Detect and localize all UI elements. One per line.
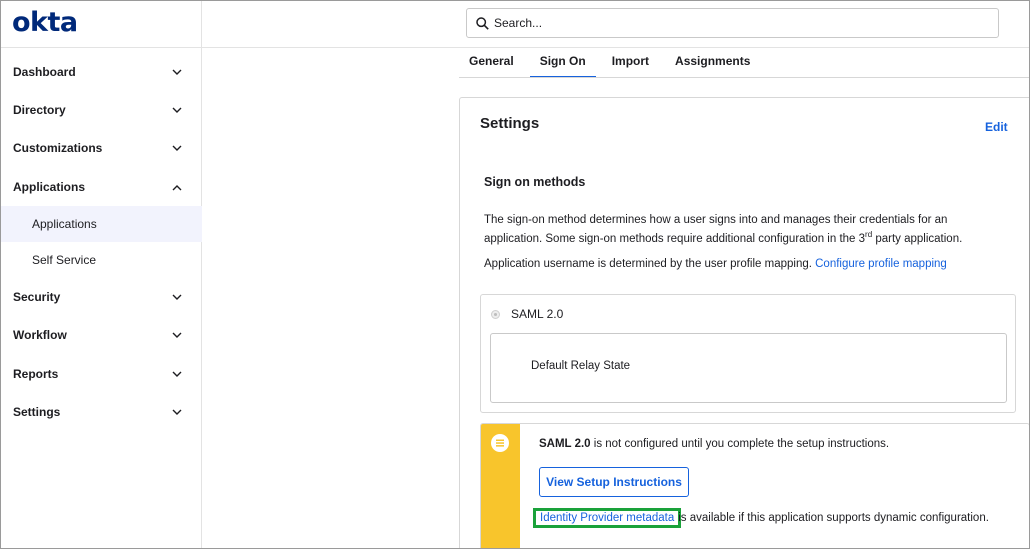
sign-on-description: The sign-on method determines how a user… bbox=[484, 211, 1004, 249]
sidebar-item-label: Workflow bbox=[13, 328, 67, 342]
sidebar-item-label: Security bbox=[13, 290, 61, 304]
sidebar-subitem-self-service[interactable]: Self Service bbox=[1, 242, 202, 278]
saml-radio[interactable] bbox=[491, 309, 500, 319]
chevron-down-icon bbox=[170, 290, 184, 304]
sidebar-item-reports[interactable]: Reports bbox=[1, 356, 202, 392]
sidebar-item-applications[interactable]: Applications bbox=[1, 169, 202, 205]
identity-provider-metadata-link[interactable]: Identity Provider metadata bbox=[533, 508, 682, 528]
chevron-down-icon bbox=[170, 328, 184, 342]
tabs-divider bbox=[459, 77, 1029, 78]
metadata-text: is available if this application support… bbox=[678, 512, 989, 524]
sidebar-item-label: Dashboard bbox=[13, 65, 76, 79]
sidebar-item-label: Directory bbox=[13, 103, 66, 117]
sidebar-item-dashboard[interactable]: Dashboard bbox=[1, 54, 202, 90]
callout-bold: SAML 2.0 bbox=[539, 438, 591, 450]
settings-title: Settings bbox=[480, 115, 540, 132]
sidebar-subitem-applications[interactable]: Applications bbox=[1, 206, 202, 242]
sidebar-item-label: Applications bbox=[13, 180, 86, 194]
relay-state-box: Default Relay State bbox=[490, 333, 1007, 403]
chevron-down-icon bbox=[170, 405, 184, 419]
username-text: Application username is determined by th… bbox=[484, 258, 816, 270]
callout-message: SAML 2.0 is not configured until you com… bbox=[539, 438, 889, 450]
tab-bar: General Sign On Import Assignments bbox=[459, 48, 766, 78]
okta-logo[interactable]: okta bbox=[12, 7, 78, 38]
chevron-down-icon bbox=[170, 103, 184, 117]
sidebar-item-security[interactable]: Security bbox=[1, 279, 202, 315]
chevron-up-icon bbox=[170, 180, 184, 194]
tab-import[interactable]: Import bbox=[602, 48, 659, 78]
search-icon bbox=[476, 16, 489, 30]
saml-setup-callout: SAML 2.0 is not configured until you com… bbox=[480, 423, 1029, 548]
sign-on-methods-title: Sign on methods bbox=[484, 175, 586, 189]
configure-profile-mapping-link[interactable]: Configure profile mapping bbox=[815, 258, 947, 270]
chevron-down-icon bbox=[170, 65, 184, 79]
saml-option-box: SAML 2.0 Default Relay State bbox=[480, 294, 1016, 413]
saml-radio-row[interactable]: SAML 2.0 bbox=[491, 307, 563, 321]
sidebar-item-settings[interactable]: Settings bbox=[1, 394, 202, 430]
app-window: okta Dashboard Directory Customizations … bbox=[0, 0, 1030, 549]
sidebar-item-label: Customizations bbox=[13, 141, 103, 155]
sidebar-item-label: Settings bbox=[13, 405, 61, 419]
sidebar-item-workflow[interactable]: Workflow bbox=[1, 317, 202, 353]
sidebar-divider bbox=[1, 47, 202, 48]
callout-warning-bar bbox=[481, 424, 520, 548]
saml-radio-label: SAML 2.0 bbox=[511, 307, 564, 321]
settings-card: Settings Edit Sign on methods The sign-o… bbox=[459, 97, 1029, 548]
edit-link[interactable]: Edit bbox=[985, 120, 1008, 134]
sidebar-item-customizations[interactable]: Customizations bbox=[1, 130, 202, 166]
default-relay-state-label: Default Relay State bbox=[531, 360, 631, 372]
sidebar-item-label: Reports bbox=[13, 367, 59, 381]
chevron-down-icon bbox=[170, 367, 184, 381]
tab-sign-on[interactable]: Sign On bbox=[529, 48, 596, 78]
username-mapping-text: Application username is determined by th… bbox=[484, 258, 1004, 270]
tab-assignments[interactable]: Assignments bbox=[665, 48, 760, 78]
view-setup-instructions-button[interactable]: View Setup Instructions bbox=[539, 467, 689, 497]
description-text-end: party application. bbox=[872, 233, 963, 245]
sidebar: okta Dashboard Directory Customizations … bbox=[1, 1, 202, 548]
metadata-row: Identity Provider metadata is available … bbox=[533, 508, 989, 528]
callout-text: is not configured until you complete the… bbox=[590, 438, 890, 450]
chevron-down-icon bbox=[170, 141, 184, 155]
sidebar-item-directory[interactable]: Directory bbox=[1, 92, 202, 128]
tab-general[interactable]: General bbox=[459, 48, 524, 78]
list-icon bbox=[491, 434, 509, 452]
search-input[interactable] bbox=[494, 16, 974, 30]
search-bar[interactable] bbox=[466, 8, 999, 38]
